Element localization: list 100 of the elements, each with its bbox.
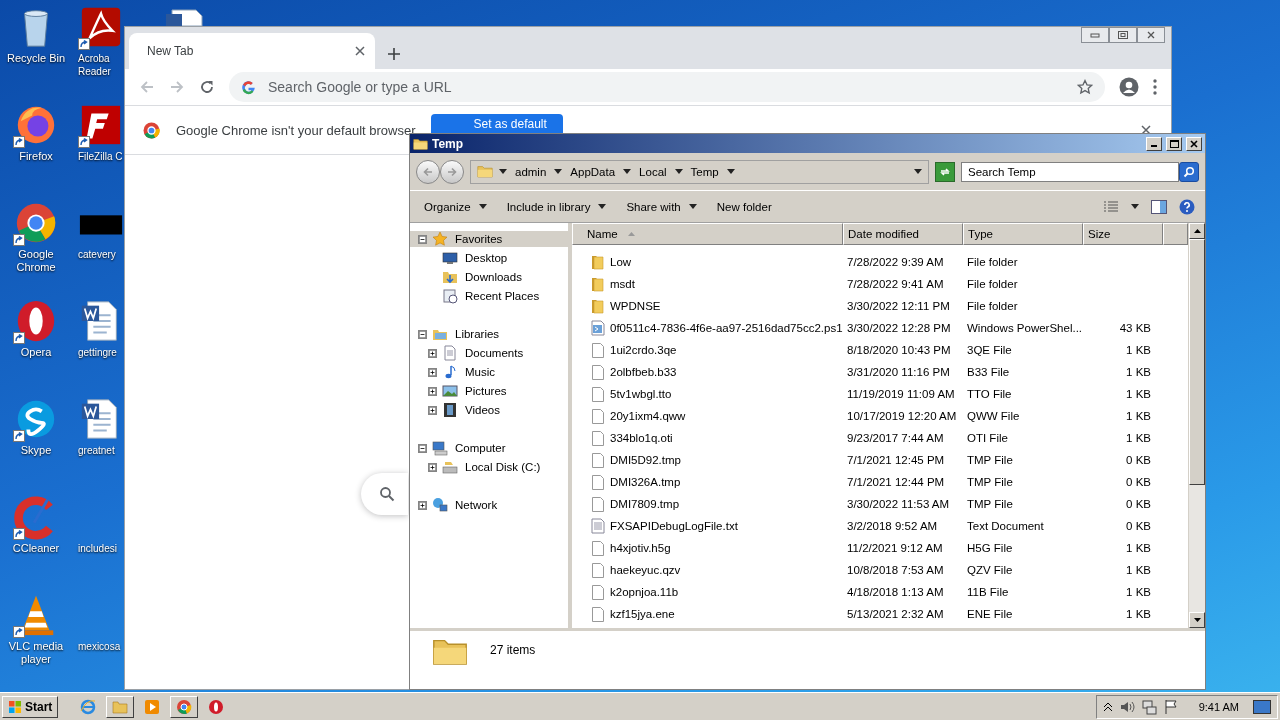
expand-icon[interactable]: [428, 386, 437, 396]
file-name[interactable]: h4xjotiv.h5g: [610, 542, 671, 554]
search-box[interactable]: [361, 473, 408, 515]
desktop-icon-label[interactable]: mexicosa: [78, 640, 122, 653]
desktop-icon: [1253, 699, 1271, 714]
toolbar-button[interactable]: New folder: [706, 196, 782, 217]
file-name[interactable]: 2olbfbeb.b33: [610, 366, 677, 378]
breadcrumb-item[interactable]: admin: [513, 165, 549, 178]
taskbar-button[interactable]: [170, 695, 199, 718]
file-name[interactable]: kzf15jya.ene: [610, 608, 675, 620]
desktop-icon-label[interactable]: Opera: [2, 346, 70, 359]
tree-item[interactable]: Desktop: [410, 250, 568, 266]
desktop-icon-label[interactable]: VLC media player: [2, 640, 70, 666]
close-button[interactable]: [1137, 27, 1165, 43]
collapse-icon[interactable]: [418, 234, 427, 244]
file-name[interactable]: DMI326A.tmp: [610, 476, 681, 488]
file-name[interactable]: DMI7809.tmp: [610, 498, 680, 510]
tree-item[interactable]: Pictures: [410, 383, 568, 399]
refresh-button[interactable]: [935, 161, 955, 182]
desktop-icon-label[interactable]: Acroba Reader: [78, 52, 118, 78]
file-name[interactable]: 0f0511c4-7836-4f6e-aa97-2516dad75cc2.ps1: [610, 322, 843, 334]
desktop-icon-label[interactable]: FileZilla C: [78, 150, 122, 163]
tree-item[interactable]: Videos: [410, 402, 568, 418]
search-field[interactable]: Search Temp: [961, 161, 1179, 182]
address-field[interactable]: Search Google or type a URL: [266, 78, 1067, 96]
tree-item[interactable]: Downloads: [410, 269, 568, 285]
set-as-default-button[interactable]: Set as default: [431, 114, 563, 134]
collapse-icon[interactable]: [418, 443, 427, 453]
scroll-up-button[interactable]: [1189, 223, 1205, 239]
show-hidden-icons-button[interactable]: [1102, 701, 1113, 712]
file-name[interactable]: WPDNSE: [610, 300, 661, 312]
start-button[interactable]: Start: [2, 695, 59, 718]
clock[interactable]: 9:41 AM: [1198, 700, 1239, 713]
column-header[interactable]: Date modified: [843, 223, 963, 245]
toolbar-button[interactable]: Organize: [414, 196, 497, 217]
desktop-icon-label[interactable]: Recycle Bin: [2, 52, 70, 65]
file-name[interactable]: 1ui2crdo.3qe: [610, 344, 677, 356]
scroll-thumb[interactable]: [1189, 239, 1205, 485]
file-name[interactable]: DMI5D92.tmp: [610, 454, 681, 466]
star-icon[interactable]: [1077, 79, 1093, 95]
collapse-icon[interactable]: [418, 329, 427, 339]
reload-icon[interactable]: [199, 79, 215, 95]
toolbar-button[interactable]: Include in library: [496, 196, 617, 217]
desktop-icon-label[interactable]: Google Chrome: [2, 248, 70, 274]
close-icon[interactable]: [355, 46, 365, 56]
file-name[interactable]: k2opnjoa.11b: [610, 586, 679, 598]
tree-item[interactable]: Recent Places: [410, 288, 568, 304]
scroll-down-button[interactable]: [1189, 612, 1205, 628]
file-name[interactable]: 334blo1q.oti: [610, 432, 673, 444]
expand-icon[interactable]: [428, 367, 437, 377]
search-button[interactable]: [1179, 161, 1199, 182]
file-name[interactable]: 20y1ixm4.qww: [610, 410, 686, 422]
desktop-icon-label[interactable]: greatnet: [78, 444, 122, 457]
menu-icon[interactable]: [1153, 79, 1157, 95]
address-bar[interactable]: admin AppData Local Temp: [470, 159, 929, 184]
type-cell-text: QZV File: [966, 564, 1014, 576]
column-header[interactable]: [1163, 223, 1188, 245]
tree-item[interactable]: Favorites: [410, 231, 568, 247]
expand-icon[interactable]: [428, 348, 437, 358]
file-name[interactable]: msdt: [610, 278, 635, 290]
desktop-icon-label[interactable]: includesi: [78, 542, 122, 555]
desktop-icon-label[interactable]: gettingre: [78, 346, 122, 359]
tree-item[interactable]: Documents: [410, 345, 568, 361]
file-name[interactable]: 5tv1wbgl.tto: [610, 388, 672, 400]
expand-icon[interactable]: [418, 500, 427, 510]
toolbar-button[interactable]: Share with: [616, 196, 707, 217]
breadcrumb-item[interactable]: AppData: [568, 165, 618, 178]
taskbar-button[interactable]: [106, 695, 135, 718]
address-bar[interactable]: Search Google or type a URL: [229, 72, 1105, 102]
expand-icon[interactable]: [428, 462, 437, 472]
breadcrumb-item[interactable]: Local: [637, 165, 669, 178]
desktop-icon-label[interactable]: Skype: [2, 444, 70, 457]
action-center-button[interactable]: [1162, 698, 1179, 715]
desktop-icon-label[interactable]: CCleaner: [2, 542, 70, 555]
tree-item[interactable]: Local Disk (C:): [410, 459, 568, 475]
tree-item[interactable]: Network: [410, 497, 568, 513]
back-button[interactable]: [416, 159, 440, 184]
browser-tab[interactable]: New Tab: [129, 33, 375, 69]
close-icon[interactable]: [1141, 125, 1151, 135]
breadcrumb-item[interactable]: Temp: [688, 165, 721, 178]
column-header[interactable]: Name: [572, 223, 843, 245]
show-desktop-button[interactable]: [1253, 699, 1271, 714]
tree-item[interactable]: Music: [410, 364, 568, 380]
scrollbar-track[interactable]: [1188, 223, 1205, 628]
tree-item[interactable]: Computer: [410, 440, 568, 456]
tree-item[interactable]: Libraries: [410, 326, 568, 342]
column-header[interactable]: Size: [1083, 223, 1163, 245]
restore-button[interactable]: [1109, 27, 1137, 43]
profile-icon[interactable]: [1119, 77, 1139, 97]
file-name[interactable]: haekeyuc.qzv: [610, 564, 681, 576]
column-header[interactable]: Type: [963, 223, 1083, 245]
desktop-icon-label[interactable]: catevery: [78, 248, 122, 261]
expand-icon[interactable]: [428, 405, 437, 415]
maximize-button[interactable]: [1166, 136, 1182, 151]
new-tab-icon[interactable]: [387, 47, 401, 61]
network-button[interactable]: [1140, 698, 1157, 715]
file-name[interactable]: FXSAPIDebugLogFile.txt: [610, 520, 738, 532]
forward-button[interactable]: [440, 159, 464, 184]
desktop-icon-label[interactable]: Firefox: [2, 150, 70, 163]
file-name[interactable]: Low: [610, 256, 632, 268]
